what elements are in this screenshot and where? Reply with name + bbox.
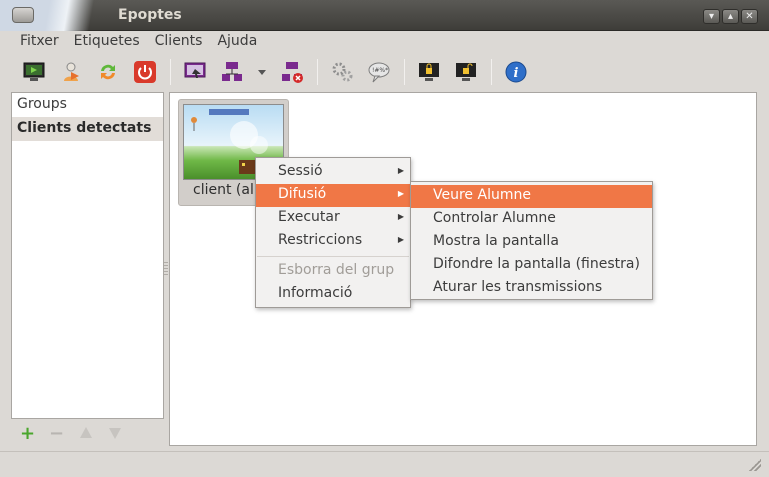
- menu-separator: [257, 256, 409, 257]
- pane-resize-handle[interactable]: [164, 262, 168, 276]
- maximize-icon[interactable]: ▴: [722, 9, 739, 24]
- client-name-label: client (alu: [193, 182, 263, 198]
- stop-broadcast-icon[interactable]: [278, 58, 306, 86]
- monitor-arrow-icon[interactable]: [20, 58, 48, 86]
- menu-item-informacio[interactable]: Informació: [256, 283, 410, 306]
- submenu-arrow-icon: ▶: [397, 235, 404, 244]
- window-resize-grip[interactable]: [749, 459, 761, 471]
- menu-fitxer[interactable]: Fitxer: [20, 31, 66, 53]
- menu-item-controlar-alumne[interactable]: Controlar Alumne: [411, 208, 652, 231]
- client-context-menu: Sessió ▶ Difusió ▶ Executar ▶ Restriccions ▶…: [255, 157, 411, 308]
- menu-item-veure-alumne[interactable]: Veure Alumne: [411, 185, 652, 208]
- minimize-icon[interactable]: ▾: [703, 9, 720, 24]
- menu-item-label: Executar: [278, 209, 340, 225]
- menu-item-label: Difusió: [278, 186, 327, 202]
- difusio-submenu: Veure Alumne Controlar Alumne Mostra la …: [410, 181, 653, 300]
- broadcast-window-icon[interactable]: [218, 58, 246, 86]
- lock-screen-icon[interactable]: [415, 58, 443, 86]
- menu-item-esborra-del-grup: Esborra del grup: [278, 262, 395, 278]
- menu-item-sessio[interactable]: Sessió ▶: [256, 161, 410, 184]
- user-logout-icon[interactable]: [57, 58, 85, 86]
- menu-bar: Fitxer Etiquetes Clients Ajuda: [0, 31, 769, 53]
- submenu-arrow-icon: ▶: [397, 212, 404, 221]
- info-icon[interactable]: i: [502, 58, 530, 86]
- menu-item-difusio[interactable]: Difusió ▶: [256, 184, 410, 207]
- toolbar: !#%* i: [0, 53, 769, 91]
- execute-gears-icon[interactable]: [328, 58, 356, 86]
- menu-item-label: Restriccions: [278, 232, 363, 248]
- menu-item-restriccions[interactable]: Restriccions ▶: [256, 230, 410, 253]
- remove-icon[interactable]: −: [47, 423, 66, 444]
- toolbar-separator: [404, 59, 405, 85]
- toolbar-separator: [491, 59, 492, 85]
- message-icon[interactable]: !#%*: [365, 58, 393, 86]
- menu-item-executar[interactable]: Executar ▶: [256, 207, 410, 230]
- submenu-arrow-icon: ▶: [397, 189, 404, 198]
- group-down-icon[interactable]: [105, 424, 124, 442]
- toolbar-separator: [317, 59, 318, 85]
- groups-sidebar: Groups Clients detectats: [11, 92, 164, 419]
- menu-item-aturar-transmissions[interactable]: Aturar les transmissions: [411, 277, 652, 300]
- title-bar[interactable]: Epoptes ▾ ▴ ✕: [0, 0, 769, 31]
- unlock-screen-icon[interactable]: [452, 58, 480, 86]
- svg-text:!#%*: !#%*: [372, 67, 388, 74]
- add-icon[interactable]: +: [18, 423, 37, 444]
- menu-ajuda[interactable]: Ajuda: [217, 31, 264, 53]
- submenu-arrow-icon: ▶: [397, 166, 404, 175]
- status-bar: [0, 451, 769, 477]
- menu-item-label: Sessió: [278, 163, 323, 179]
- dropdown-arrow-icon[interactable]: [255, 58, 269, 86]
- close-icon[interactable]: ✕: [741, 9, 758, 24]
- broadcast-icon[interactable]: [181, 58, 209, 86]
- toolbar-separator: [170, 59, 171, 85]
- sidebar-item-groups[interactable]: Groups: [12, 93, 163, 117]
- group-actions: + −: [18, 423, 124, 444]
- menu-etiquetes[interactable]: Etiquetes: [74, 31, 147, 53]
- sidebar-item-detected-clients[interactable]: Clients detectats: [12, 117, 163, 141]
- group-up-icon[interactable]: [76, 424, 95, 442]
- refresh-icon[interactable]: [94, 58, 122, 86]
- menu-clients[interactable]: Clients: [155, 31, 210, 53]
- menu-item-difondre-pantalla[interactable]: Difondre la pantalla (finestra): [411, 254, 652, 277]
- window-title: Epoptes: [118, 7, 182, 23]
- window-menu-icon[interactable]: [12, 7, 34, 23]
- power-icon[interactable]: [131, 58, 159, 86]
- menu-item-mostra-pantalla[interactable]: Mostra la pantalla: [411, 231, 652, 254]
- svg-text:i: i: [514, 66, 519, 81]
